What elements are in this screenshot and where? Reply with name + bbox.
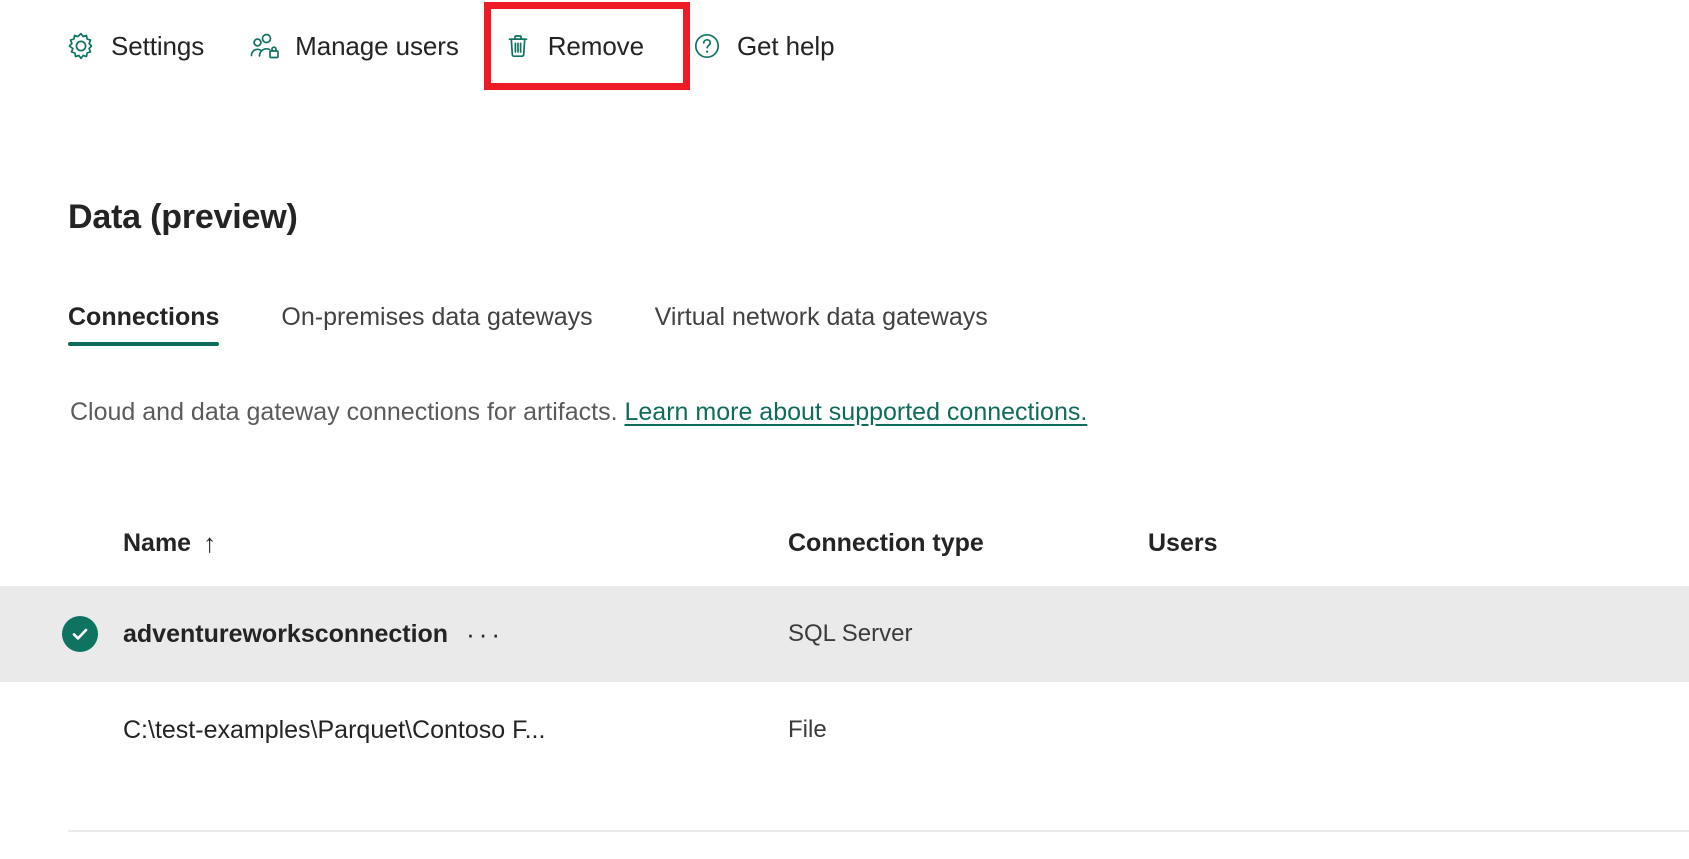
row-more-options-icon[interactable]: ··· xyxy=(466,621,504,647)
tab-connections-label: Connections xyxy=(68,303,219,331)
manage-users-label: Manage users xyxy=(295,33,459,59)
gear-icon xyxy=(64,29,98,63)
settings-label: Settings xyxy=(111,33,204,59)
manage-users-button[interactable]: Manage users xyxy=(236,18,471,74)
column-header-name[interactable]: Name ↑ xyxy=(123,528,788,559)
get-help-button[interactable]: Get help xyxy=(678,18,847,74)
question-circle-icon xyxy=(690,29,724,63)
row-name-label: adventureworksconnection xyxy=(123,620,448,649)
row-name-label: C:\test-examples\Parquet\Contoso F... xyxy=(123,716,545,745)
trash-icon xyxy=(501,29,535,63)
row-connection-type: File xyxy=(788,716,1148,744)
remove-button[interactable]: Remove xyxy=(489,18,656,74)
row-name-cell[interactable]: C:\test-examples\Parquet\Contoso F... xyxy=(123,716,788,745)
column-header-users[interactable]: Users xyxy=(1148,529,1689,558)
checkmark-icon xyxy=(62,616,98,652)
table-row[interactable]: adventureworksconnection ··· SQL Server xyxy=(0,586,1689,682)
table-bottom-divider xyxy=(68,830,1689,832)
manage-users-icon xyxy=(248,29,282,63)
connections-table: Name ↑ Connection type Users adventurewo… xyxy=(0,500,1689,778)
table-header-row: Name ↑ Connection type Users xyxy=(0,500,1689,586)
command-bar: Settings Manage users Remove xyxy=(0,0,1689,92)
tab-on-premises-data-gateways[interactable]: On-premises data gateways xyxy=(281,305,592,346)
description-text: Cloud and data gateway connections for a… xyxy=(70,398,618,426)
column-header-connection-type[interactable]: Connection type xyxy=(788,529,1148,558)
page-title: Data (preview) xyxy=(68,198,298,237)
row-connection-type: SQL Server xyxy=(788,620,1148,648)
sort-ascending-icon: ↑ xyxy=(203,528,216,559)
row-select-cell[interactable] xyxy=(0,616,123,652)
tab-on-premises-data-gateways-label: On-premises data gateways xyxy=(281,303,592,331)
tab-connections[interactable]: Connections xyxy=(68,305,219,346)
tab-list: Connections On-premises data gateways Vi… xyxy=(68,305,1050,346)
settings-button[interactable]: Settings xyxy=(52,18,216,74)
tab-virtual-network-data-gateways-label: Virtual network data gateways xyxy=(655,303,988,331)
description: Cloud and data gateway connections for a… xyxy=(70,396,1087,429)
column-header-name-label: Name xyxy=(123,529,191,558)
tab-virtual-network-data-gateways[interactable]: Virtual network data gateways xyxy=(655,305,988,346)
remove-label: Remove xyxy=(548,33,644,59)
get-help-label: Get help xyxy=(737,33,835,59)
table-row[interactable]: C:\test-examples\Parquet\Contoso F... Fi… xyxy=(0,682,1689,778)
row-name-cell[interactable]: adventureworksconnection ··· xyxy=(123,620,788,649)
learn-more-link[interactable]: Learn more about supported connections. xyxy=(625,398,1088,426)
